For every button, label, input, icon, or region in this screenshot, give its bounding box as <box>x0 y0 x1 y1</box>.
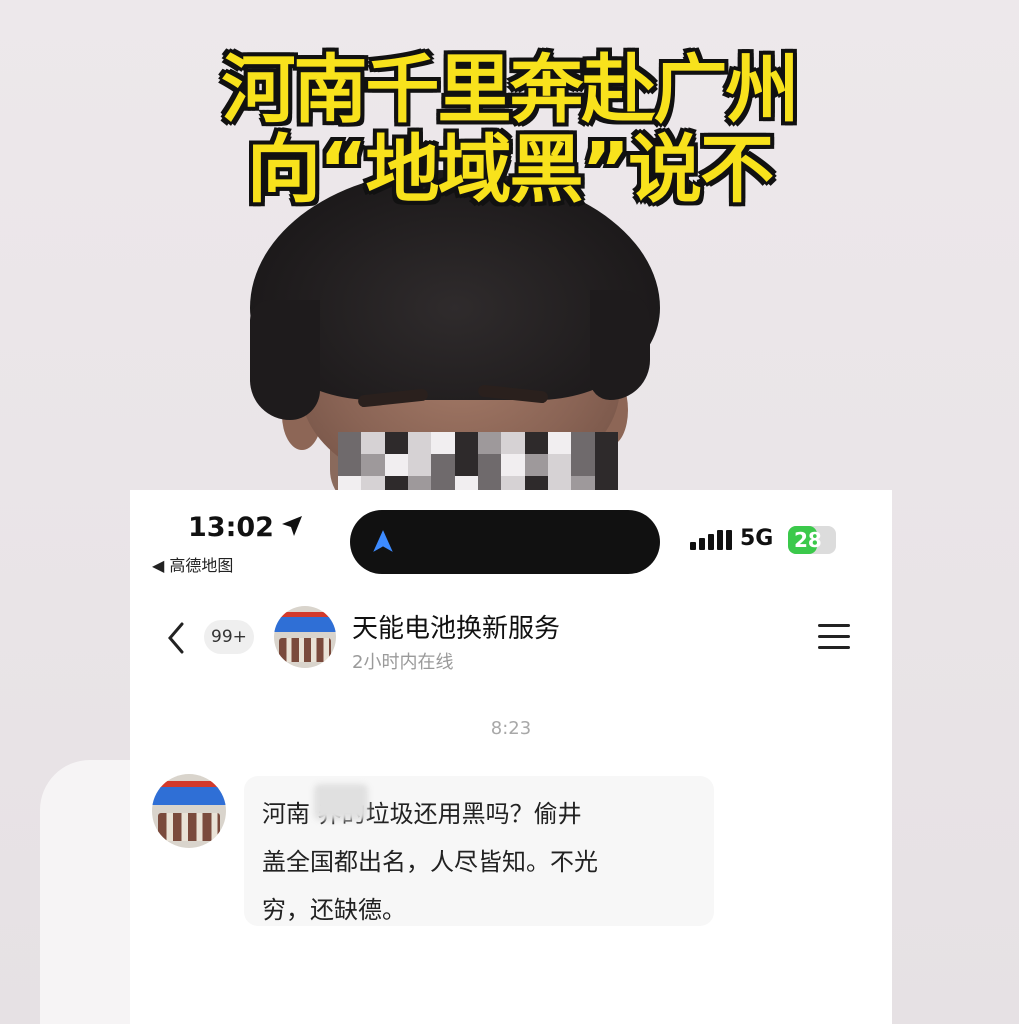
battery-percent: 28 <box>794 528 822 552</box>
navigation-icon <box>373 530 393 552</box>
back-to-app-link[interactable]: ◀ 高德地图 <box>152 552 233 576</box>
network-label: 5G <box>740 526 774 551</box>
privacy-mosaic <box>338 432 618 498</box>
battery-icon: 28 <box>788 526 836 554</box>
signal-icon <box>690 530 732 550</box>
menu-icon[interactable] <box>818 624 850 650</box>
back-chevron-icon[interactable] <box>164 620 188 656</box>
message-timestamp: 8:23 <box>490 718 532 739</box>
redacted-text <box>314 784 368 820</box>
message-bubble[interactable]: 河南 养的垃圾还用黑吗？偷井 盖全国都出名，人尽皆知。不光 穷，还缺德。 <box>244 776 714 926</box>
message-line-2: 盖全国都出名，人尽皆知。不光 <box>262 848 598 876</box>
message-line-3: 穷，还缺德。 <box>262 896 406 924</box>
chat-title: 天能电池换新服务 <box>352 614 561 644</box>
headline-line-2: 向“地域黑”说不 <box>246 127 774 213</box>
location-arrow-icon <box>282 516 302 536</box>
hair-side-left <box>250 300 320 420</box>
online-status: 2小时内在线 <box>352 652 454 673</box>
phone-screenshot: 13:02 ◀ 高德地图 5G 28 99+ 天能电池换新服务 2小时内在线 8… <box>130 490 892 1024</box>
sender-avatar[interactable] <box>152 774 226 848</box>
hair-side-right <box>590 290 650 400</box>
status-time: 13:02 <box>188 512 274 543</box>
shop-avatar[interactable] <box>274 606 336 668</box>
unread-count-badge[interactable]: 99+ <box>204 620 254 654</box>
dynamic-island <box>350 510 660 574</box>
